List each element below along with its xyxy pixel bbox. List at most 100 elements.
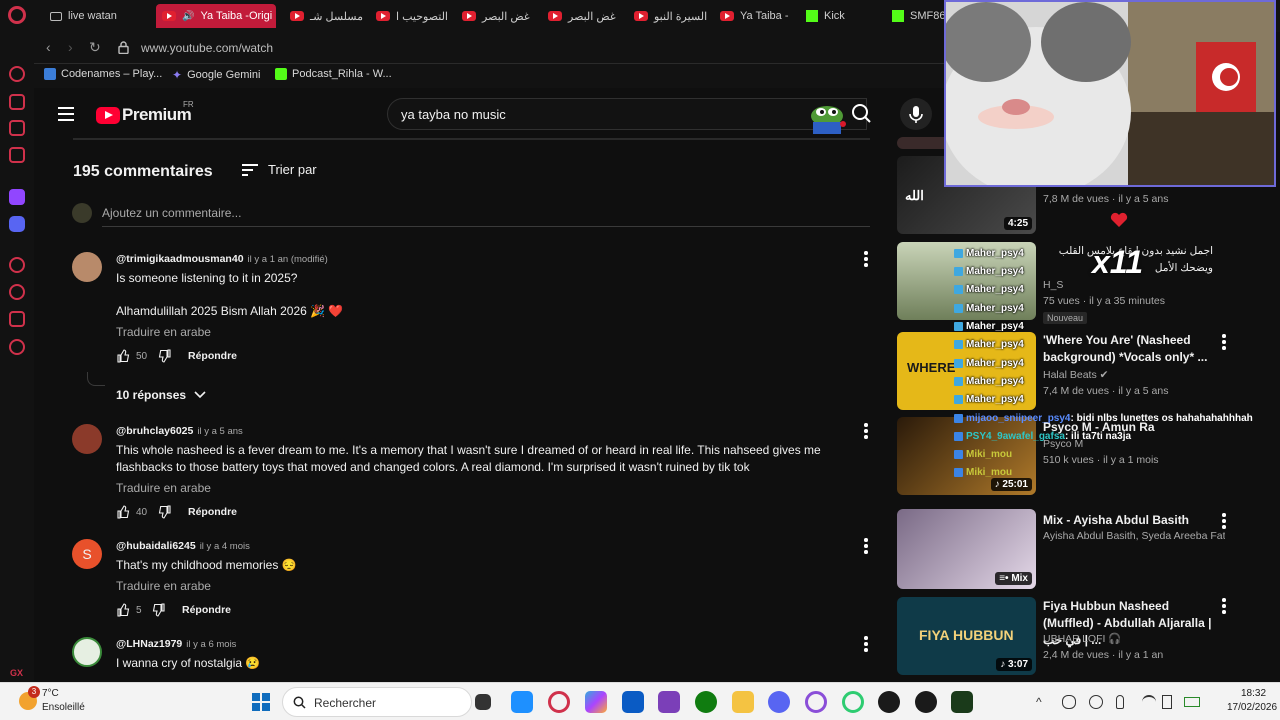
like-icon[interactable] <box>116 603 130 617</box>
back-arrow-icon[interactable]: ‹ <box>46 39 51 55</box>
comment-author[interactable]: @LHNaz1979 il y a 6 mois <box>116 638 236 650</box>
reload-icon[interactable]: ↻ <box>89 39 101 56</box>
sync-icon[interactable] <box>1089 695 1103 709</box>
twitch-icon[interactable] <box>9 189 25 205</box>
video-title[interactable]: 'Where You Are' (Nasheed background) *Vo… <box>1043 332 1213 366</box>
task-view-icon[interactable] <box>475 694 491 710</box>
translate-link[interactable]: Traduire en arabe <box>116 579 211 593</box>
more-options-icon[interactable] <box>864 251 868 267</box>
weather-temperature[interactable]: 7°C <box>42 688 59 699</box>
channel-name[interactable]: Ayisha Abdul Basith, Syeda Areeba Fatim.… <box>1043 530 1225 542</box>
player-icon[interactable] <box>9 257 25 273</box>
tab-mousalsal[interactable]: مسلسل شـ <box>284 4 368 28</box>
tab-live-watan[interactable]: live watan <box>44 4 152 28</box>
windows-start-icon[interactable] <box>252 693 270 711</box>
forward-arrow-icon[interactable]: › <box>68 39 73 55</box>
more-options-icon[interactable] <box>1222 598 1226 614</box>
comment-author[interactable]: @trimigikaadmousman40 il y a 1 an (modifi… <box>116 253 328 265</box>
file-explorer-icon[interactable] <box>732 691 754 713</box>
video-thumbnail[interactable]: ≡• Mix <box>897 509 1036 589</box>
avatar[interactable] <box>72 637 102 667</box>
comment-author[interactable]: @bruhclay6025 il y a 5 ans <box>116 425 243 437</box>
app-icon[interactable] <box>658 691 680 713</box>
steam-app-icon[interactable] <box>915 691 937 713</box>
reply-button[interactable]: Répondre <box>182 604 231 616</box>
more-options-icon[interactable] <box>864 636 868 652</box>
more-options-icon[interactable] <box>1222 334 1226 350</box>
xbox-app-icon[interactable] <box>695 691 717 713</box>
opera-app-icon-2[interactable] <box>842 691 864 713</box>
add-comment-input[interactable]: Ajoutez un commentaire... <box>102 206 241 220</box>
tab-smf86[interactable]: SMF86 S <box>886 4 946 28</box>
settings-gear-icon[interactable] <box>9 339 25 355</box>
search-icon[interactable] <box>839 98 889 130</box>
weather-description[interactable]: Ensoleillé <box>42 702 85 713</box>
history-icon[interactable] <box>9 284 25 300</box>
dislike-icon[interactable] <box>152 603 166 617</box>
reply-button[interactable]: Répondre <box>188 506 237 518</box>
like-icon[interactable] <box>116 349 130 363</box>
search-input[interactable]: ya tayba no music <box>401 107 506 122</box>
mic-button[interactable] <box>900 98 932 130</box>
like-icon[interactable] <box>116 505 130 519</box>
opera-app-icon[interactable] <box>548 691 570 713</box>
tab-ya-taiba-active[interactable]: 🔊 Ya Taiba -Origi <box>156 4 276 28</box>
shop-icon[interactable] <box>9 120 25 136</box>
photos-app-icon[interactable] <box>511 691 533 713</box>
show-replies-button[interactable]: 10 réponses <box>116 388 206 402</box>
url-field[interactable]: www.youtube.com/watch <box>141 41 273 55</box>
opera-logo-icon[interactable] <box>8 6 26 24</box>
copilot-app-icon[interactable] <box>585 691 607 713</box>
translate-link[interactable]: Traduire en arabe <box>116 481 211 495</box>
mail-icon[interactable] <box>9 147 25 163</box>
tab-ghad-albasar-2[interactable]: غض البصر <box>542 4 626 28</box>
store-app-icon[interactable] <box>622 691 644 713</box>
wifi-icon[interactable] <box>1142 695 1156 709</box>
bag-icon[interactable] <box>9 94 25 110</box>
avatar[interactable]: S <box>72 539 102 569</box>
bookmark-codenames[interactable]: Codenames – Play... <box>44 68 162 80</box>
tab-sira[interactable]: السيرة النبو <box>628 4 712 28</box>
more-options-icon[interactable] <box>864 423 868 439</box>
obs-app-icon[interactable] <box>878 691 900 713</box>
refresh-icon[interactable] <box>9 66 25 82</box>
tray-chevron-icon[interactable]: ^ <box>1036 695 1050 709</box>
author-name[interactable]: @hubaidali6245 <box>116 540 196 552</box>
more-options-icon[interactable] <box>864 538 868 554</box>
author-name[interactable]: @trimigikaadmousman40 <box>116 253 244 265</box>
channel-name[interactable]: H_S <box>1043 279 1063 291</box>
discord-app-icon[interactable] <box>768 691 790 713</box>
comment-time[interactable]: il y a 1 an (modifié) <box>248 254 328 265</box>
comment-time[interactable]: il y a 5 ans <box>197 426 242 437</box>
translate-link[interactable]: Traduire en arabe <box>116 325 211 339</box>
avatar[interactable] <box>72 252 102 282</box>
app-icon-green[interactable] <box>951 691 973 713</box>
video-title[interactable]: Mix - Ayisha Abdul Basith <box>1043 512 1213 529</box>
battery-icon[interactable] <box>1184 697 1200 707</box>
tab-ghad-albasar-1[interactable]: غض البصر <box>456 4 540 28</box>
clock-time[interactable]: 18:32 <box>1241 688 1266 699</box>
bookmark-gemini[interactable]: ✦ Google Gemini <box>172 68 260 82</box>
cloud-icon[interactable] <box>1062 695 1076 709</box>
youtube-logo-icon[interactable] <box>96 107 120 124</box>
tab-kick[interactable]: Kick <box>800 4 884 28</box>
speaker-icon[interactable] <box>1162 695 1172 709</box>
search-box[interactable]: ya tayba no music <box>387 98 867 130</box>
avatar[interactable] <box>72 424 102 454</box>
youtube-brand[interactable]: Premium <box>122 105 192 125</box>
reply-button[interactable]: Répondre <box>188 350 237 362</box>
author-name[interactable]: @bruhclay6025 <box>116 425 193 437</box>
microphone-tray-icon[interactable] <box>1116 695 1124 709</box>
video-thumbnail[interactable]: FIYA HUBBUN ♪ 3:07 <box>897 597 1036 675</box>
menu-icon[interactable] <box>58 107 74 121</box>
dislike-icon[interactable] <box>158 349 172 363</box>
channel-name[interactable]: Halal Beats ✔ <box>1043 369 1108 381</box>
bookmark-podcast-rihla[interactable]: Podcast_Rihla - W... <box>275 68 392 80</box>
extensions-icon[interactable] <box>9 311 25 327</box>
clock-date[interactable]: 17/02/2026 <box>1227 702 1277 713</box>
taskbar-search[interactable]: Rechercher <box>282 687 472 717</box>
channel-name[interactable]: UBHAE LOFI 🎧 <box>1043 632 1121 645</box>
comment-time[interactable]: il y a 4 mois <box>200 541 250 552</box>
comment-time[interactable]: il y a 6 mois <box>186 639 236 650</box>
tab-tashih[interactable]: التصوحيب ا <box>370 4 454 28</box>
